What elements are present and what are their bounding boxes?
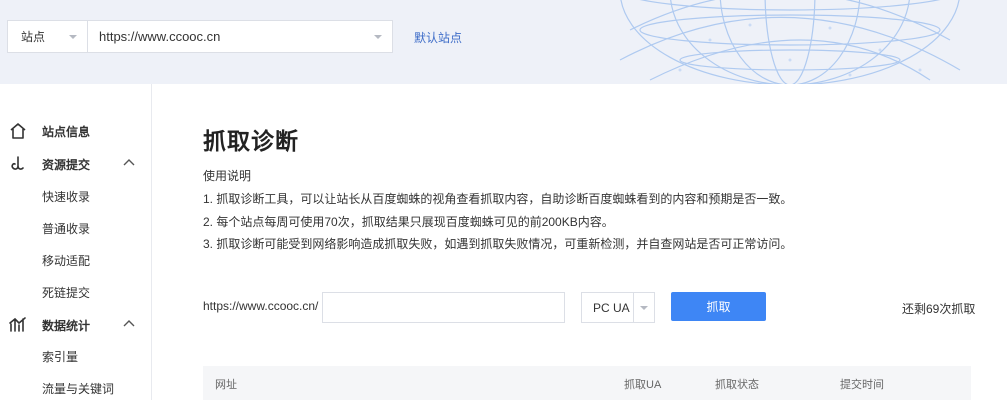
- site-url-select[interactable]: https://www.ccooc.cn: [87, 20, 393, 53]
- column-header-ua: 抓取UA: [624, 379, 662, 391]
- sidebar-item-quick-index[interactable]: 快速收录: [42, 188, 90, 205]
- column-header-url: 网址: [215, 379, 237, 391]
- sidebar-group-label: 资源提交: [42, 157, 91, 172]
- column-header-status: 抓取状态: [715, 379, 759, 391]
- sidebar-item-index-count[interactable]: 索引量: [42, 348, 78, 365]
- sidebar-group-resource-submit[interactable]: 资源提交: [0, 150, 152, 178]
- fetch-path-input[interactable]: [322, 292, 565, 323]
- site-type-select[interactable]: 站点: [7, 20, 87, 53]
- site-type-label: 站点: [21, 30, 46, 44]
- sidebar-item-mobile-adapt[interactable]: 移动适配: [42, 252, 90, 269]
- sidebar-group-label: 站点信息: [42, 124, 91, 139]
- chevron-up-icon: [123, 159, 135, 166]
- ua-select[interactable]: PC UA: [581, 292, 655, 323]
- submit-icon: [11, 156, 24, 170]
- sidebar-item-site-info[interactable]: 站点信息: [0, 117, 152, 145]
- sidebar-item-normal-index[interactable]: 普通收录: [42, 220, 90, 237]
- results-table-header: 网址 抓取UA 抓取状态 提交时间: [203, 366, 971, 400]
- default-site-link[interactable]: 默认站点: [414, 29, 462, 46]
- remaining-fetch-count: 还剩69次抓取: [902, 302, 976, 316]
- chevron-up-icon: [123, 320, 135, 327]
- globe-decoration: [619, 0, 961, 84]
- sidebar: 站点信息 资源提交 快速收录 普通收录 移动适配 死链提交 数据统计 索引量 流…: [0, 84, 152, 400]
- stats-icon: [9, 317, 26, 332]
- instruction-line: 2. 每个站点每周可使用70次，抓取结果只展现百度蜘蛛可见的前200KB内容。: [203, 215, 614, 229]
- column-header-time: 提交时间: [840, 379, 884, 391]
- chevron-down-icon: [640, 306, 648, 310]
- site-url-value: https://www.ccooc.cn: [99, 29, 221, 44]
- chevron-down-icon: [69, 35, 77, 39]
- sidebar-group-label: 数据统计: [42, 318, 91, 333]
- sidebar-item-deadlink-submit[interactable]: 死链提交: [42, 284, 90, 301]
- instruction-line: 3. 抓取诊断可能受到网络影响造成抓取失败，如遇到抓取失败情况，可重新检测，并自…: [203, 237, 793, 251]
- fetch-url-prefix: https://www.ccooc.cn/: [203, 299, 319, 313]
- chevron-down-icon: [374, 35, 382, 39]
- home-icon: [10, 123, 26, 139]
- sidebar-group-data-stats[interactable]: 数据统计: [0, 311, 152, 339]
- select-divider: [633, 293, 634, 322]
- top-bar: 站点 https://www.ccooc.cn 默认站点: [0, 0, 1007, 84]
- fetch-button[interactable]: 抓取: [671, 292, 766, 321]
- sidebar-item-traffic-keywords[interactable]: 流量与关键词: [42, 380, 114, 397]
- main-content: 抓取诊断 使用说明 1. 抓取诊断工具，可以让站长从百度蜘蛛的视角查看抓取内容，…: [152, 84, 1007, 400]
- page-title: 抓取诊断: [203, 128, 299, 154]
- ua-value: PC UA: [593, 300, 630, 315]
- instructions-title: 使用说明: [203, 169, 252, 183]
- instruction-line: 1. 抓取诊断工具，可以让站长从百度蜘蛛的视角查看抓取内容，自助诊断百度蜘蛛看到…: [203, 192, 793, 206]
